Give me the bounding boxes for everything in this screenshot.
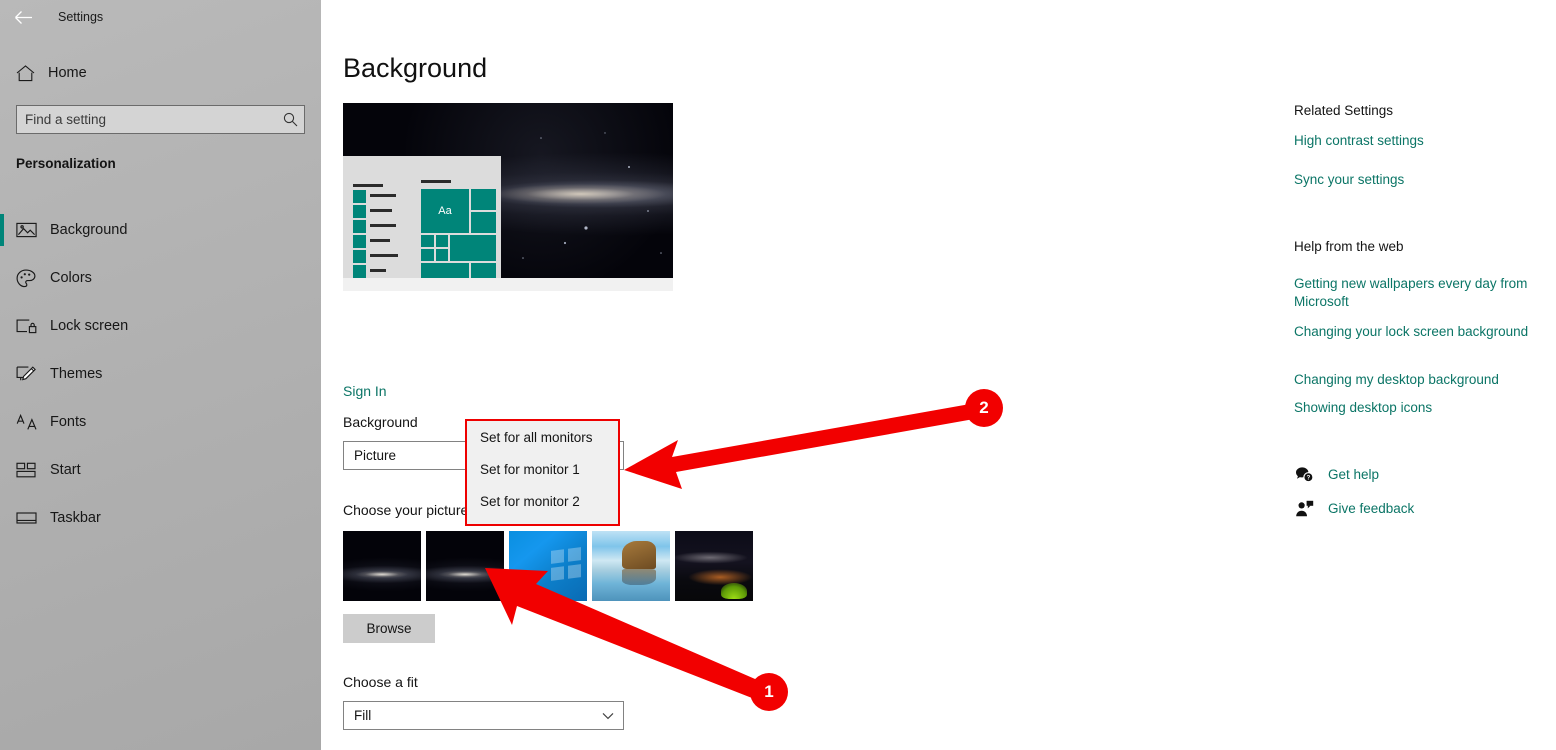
sidebar-nav-list: Background Colors Lock screen Themes Fon…	[0, 206, 321, 542]
sidebar-titlebar: Settings	[0, 0, 321, 34]
taskbar-icon	[16, 508, 48, 528]
picture-icon	[16, 220, 48, 240]
link-getting-new-wallpapers[interactable]: Getting new wallpapers every day from Mi…	[1294, 275, 1546, 311]
sidebar-item-fonts[interactable]: Fonts	[0, 398, 321, 446]
monitor-context-menu[interactable]: Set for all monitors Set for monitor 1 S…	[465, 419, 620, 526]
thumbnail-night-camping-aurora[interactable]	[675, 531, 753, 601]
give-feedback-link[interactable]: Give feedback	[1294, 500, 1414, 517]
thumbnail-milky-way-1[interactable]	[343, 531, 421, 601]
main-content: Background Aa Sign In Background Picture…	[321, 0, 1291, 750]
settings-sidebar: Settings Home Personalization	[0, 0, 321, 750]
preview-tiles-header	[421, 180, 451, 183]
feedback-person-icon	[1294, 500, 1314, 517]
sidebar-item-label: Background	[50, 222, 128, 238]
link-changing-lock-screen-background[interactable]: Changing your lock screen background	[1294, 323, 1546, 341]
choose-picture-label: Choose your picture	[343, 502, 469, 518]
sidebar-item-label: Lock screen	[50, 318, 129, 334]
related-settings-pane: Related Settings High contrast settings …	[1291, 0, 1556, 750]
lock-screen-icon	[16, 316, 48, 336]
chevron-down-icon	[593, 712, 623, 720]
annotation-badge-1: 1	[750, 673, 788, 711]
sidebar-item-lock-screen[interactable]: Lock screen	[0, 302, 321, 350]
menu-item-set-for-all-monitors[interactable]: Set for all monitors	[467, 421, 618, 453]
help-from-web-heading: Help from the web	[1294, 239, 1404, 254]
sidebar-item-label: Start	[50, 462, 81, 478]
svg-text:?: ?	[1306, 476, 1310, 482]
preview-tile-aa: Aa	[421, 189, 469, 233]
home-icon	[16, 64, 46, 82]
thumbnail-milky-way-2[interactable]	[426, 531, 504, 601]
annotation-badge-2: 2	[965, 389, 1003, 427]
sign-in-link[interactable]: Sign In	[343, 383, 387, 399]
sidebar-item-label: Taskbar	[50, 510, 101, 526]
preview-tiles: Aa	[421, 180, 496, 278]
thumbnail-beach-rock-arch[interactable]	[592, 531, 670, 601]
fit-dropdown[interactable]: Fill	[343, 701, 624, 730]
menu-item-set-for-monitor-1[interactable]: Set for monitor 1	[467, 453, 618, 485]
background-label: Background	[343, 414, 418, 430]
sidebar-item-label: Themes	[50, 366, 103, 382]
browse-button[interactable]: Browse	[343, 614, 435, 643]
sidebar-group-title: Personalization	[16, 156, 116, 171]
themes-brush-icon	[16, 364, 48, 384]
sidebar-item-start[interactable]: Start	[0, 446, 321, 494]
search-icon	[276, 112, 304, 127]
preview-panel-header	[353, 184, 383, 187]
related-settings-heading: Related Settings	[1294, 103, 1394, 118]
thumbnail-windows-10-logo[interactable]	[509, 531, 587, 601]
page-title: Background	[343, 53, 488, 83]
palette-icon	[16, 268, 48, 288]
app-title: Settings	[58, 10, 104, 24]
link-showing-desktop-icons[interactable]: Showing desktop icons	[1294, 399, 1546, 417]
menu-item-set-for-monitor-2[interactable]: Set for monitor 2	[467, 485, 618, 517]
sidebar-item-home[interactable]: Home	[0, 55, 321, 91]
preview-taskbar-strip	[343, 278, 673, 291]
get-help-link[interactable]: ? Get help	[1294, 466, 1379, 483]
help-bubble-icon: ?	[1294, 466, 1314, 483]
picture-thumbnail-list	[343, 531, 753, 601]
link-high-contrast-settings[interactable]: High contrast settings	[1294, 132, 1546, 150]
desktop-preview: Aa	[343, 103, 673, 278]
choose-fit-label: Choose a fit	[343, 674, 418, 690]
back-arrow-icon[interactable]	[0, 1, 46, 33]
get-help-label: Get help	[1328, 467, 1380, 482]
selection-indicator	[0, 214, 4, 246]
preview-start-panel: Aa	[343, 156, 501, 278]
link-sync-your-settings[interactable]: Sync your settings	[1294, 171, 1546, 189]
sidebar-item-colors[interactable]: Colors	[0, 254, 321, 302]
fonts-aa-icon	[16, 412, 48, 432]
fit-value: Fill	[354, 708, 372, 723]
sidebar-item-taskbar[interactable]: Taskbar	[0, 494, 321, 542]
start-tiles-icon	[16, 460, 48, 480]
sidebar-item-label: Colors	[50, 270, 92, 286]
sidebar-item-background[interactable]: Background	[0, 206, 321, 254]
search-box[interactable]	[16, 105, 305, 134]
give-feedback-label: Give feedback	[1328, 501, 1415, 516]
sidebar-item-home-label: Home	[48, 65, 87, 81]
search-input[interactable]	[17, 106, 276, 133]
link-changing-desktop-background[interactable]: Changing my desktop background	[1294, 371, 1546, 389]
sidebar-item-themes[interactable]: Themes	[0, 350, 321, 398]
sidebar-item-label: Fonts	[50, 414, 87, 430]
